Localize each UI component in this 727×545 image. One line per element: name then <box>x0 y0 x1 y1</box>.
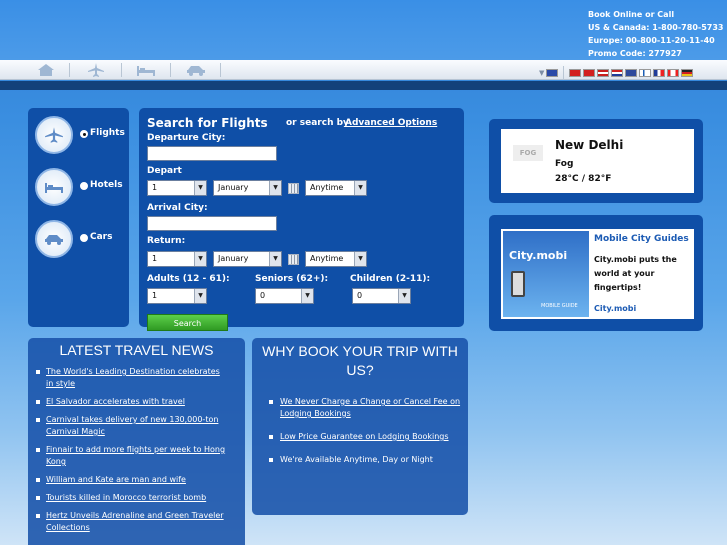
fog-icon: FOG <box>513 145 543 161</box>
depart-day-select[interactable]: 1 <box>147 180 207 196</box>
depart-month-select[interactable]: January <box>213 180 282 196</box>
plane-icon[interactable] <box>86 62 106 77</box>
plane-icon[interactable] <box>35 116 73 154</box>
why-book-list: We Never Charge a Change or Cancel Fee o… <box>268 396 463 477</box>
flag-taiwan-icon[interactable] <box>583 69 596 77</box>
seniors-label: Seniors (62+): <box>255 274 329 284</box>
news-list: The World's Leading Destination celebrat… <box>34 366 229 540</box>
flag-canada-icon[interactable] <box>667 69 680 77</box>
flight-search-panel: Search for Flights or search by Advanced… <box>139 108 464 327</box>
why-book-panel: WHY BOOK YOUR TRIP WITH US? We Never Cha… <box>252 338 468 515</box>
return-time-select[interactable]: Anytime <box>305 251 367 267</box>
car-icon[interactable] <box>186 62 206 77</box>
language-flags: ▼ <box>539 66 694 80</box>
news-item[interactable]: William and Kate are man and wife <box>34 474 229 486</box>
city-mobi-logo: City.mobi <box>509 249 568 262</box>
search-type-tabs: Flights Hotels Cars <box>28 108 129 327</box>
news-item[interactable]: El Salvador accelerates with travel <box>34 396 229 408</box>
calendar-icon[interactable] <box>288 183 299 194</box>
flag-austria-icon[interactable] <box>597 69 610 77</box>
children-label: Children (2-11): <box>350 274 431 284</box>
promo-code: Promo Code: 277927 <box>588 49 682 58</box>
contact-line-us: US & Canada: 1-800-780-5733 <box>588 23 724 32</box>
car-icon[interactable] <box>35 220 73 258</box>
flag-netherlands-icon[interactable] <box>611 69 624 77</box>
contact-info: Book Online or Call US & Canada: 1-800-7… <box>588 8 723 60</box>
arrival-city-input[interactable] <box>147 216 277 231</box>
tab-hotels[interactable]: Hotels <box>35 168 125 208</box>
arrival-city-label: Arrival City: <box>147 203 208 213</box>
depart-time-select[interactable]: Anytime <box>305 180 367 196</box>
city-mobi-banner[interactable]: City.mobi MOBILE GUIDE <box>503 231 589 317</box>
children-select[interactable]: 0 <box>352 288 411 304</box>
why-book-item[interactable]: Low Price Guarantee on Lodging Bookings <box>268 431 463 443</box>
flag-france-icon[interactable] <box>653 69 666 77</box>
weather-card: FOG New Delhi Fog 28°C / 82°F <box>501 129 694 193</box>
header-banner: Book Online or Call US & Canada: 1-800-7… <box>0 0 727 60</box>
navigation-bar: ▼ <box>0 60 727 80</box>
latest-news-panel: LATEST TRAVEL NEWS The World's Leading D… <box>28 338 245 545</box>
tab-cars[interactable]: Cars <box>35 220 125 260</box>
flag-germany-icon[interactable] <box>681 69 694 77</box>
bed-icon[interactable] <box>136 62 156 77</box>
city-mobi-link[interactable]: City.mobi <box>594 304 636 313</box>
phone-icon <box>511 271 525 297</box>
adults-select[interactable]: 1 <box>147 288 207 304</box>
search-button[interactable]: Search <box>147 314 228 331</box>
flag-uk-icon[interactable] <box>546 69 559 77</box>
mobile-guides-text: City.mobi puts the world at your fingert… <box>594 253 677 295</box>
cars-radio[interactable] <box>80 234 88 242</box>
mobile-text-line-3: fingertips! <box>594 283 642 292</box>
home-icon[interactable] <box>36 62 56 77</box>
hotels-radio[interactable] <box>80 182 88 190</box>
tab-hotels-label: Hotels <box>90 180 123 190</box>
seniors-select[interactable]: 0 <box>255 288 314 304</box>
contact-line-europe: Europe: 00-800-11-20-11-40 <box>588 36 715 45</box>
news-item[interactable]: Carnival takes delivery of new 130,000-t… <box>34 414 229 438</box>
search-or-text: or search by <box>286 118 349 128</box>
news-item[interactable]: Finnair to add more flights per week to … <box>34 444 229 468</box>
flag-china-icon[interactable] <box>569 69 582 77</box>
divider-bar <box>0 81 727 90</box>
departure-city-label: Departure City: <box>147 133 226 143</box>
flag-uk2-icon[interactable] <box>625 69 638 77</box>
weather-temperature: 28°C / 82°F <box>555 174 612 184</box>
why-book-item: We're Available Anytime, Day or Night <box>268 454 463 466</box>
tab-flights[interactable]: Flights <box>35 116 125 156</box>
depart-label: Depart <box>147 166 182 176</box>
dropdown-arrow-icon[interactable]: ▼ <box>539 69 544 77</box>
mobile-text-line-2: world at your <box>594 269 655 278</box>
calendar-icon[interactable] <box>288 254 299 265</box>
advanced-options-link[interactable]: Advanced Options <box>345 118 437 128</box>
tab-flights-label: Flights <box>90 128 125 138</box>
return-day-select[interactable]: 1 <box>147 251 207 267</box>
search-title: Search for Flights <box>147 116 268 130</box>
mobile-guide-caption: MOBILE GUIDE <box>541 303 578 309</box>
mobile-text-line-1: City.mobi puts the <box>594 255 677 264</box>
return-month-select[interactable]: January <box>213 251 282 267</box>
weather-city: New Delhi <box>555 138 624 152</box>
mobile-guides-card: City.mobi MOBILE GUIDE Mobile City Guide… <box>501 229 694 319</box>
adults-label: Adults (12 - 61): <box>147 274 230 284</box>
return-label: Return: <box>147 236 186 246</box>
tab-cars-label: Cars <box>90 232 113 242</box>
weather-condition: Fog <box>555 159 574 169</box>
bed-icon[interactable] <box>35 168 73 206</box>
mobile-guides-title[interactable]: Mobile City Guides <box>594 234 689 244</box>
flights-radio[interactable] <box>80 130 88 138</box>
why-book-title: WHY BOOK YOUR TRIP WITH US? <box>262 343 458 378</box>
news-item[interactable]: Tourists killed in Morocco terrorist bom… <box>34 492 229 504</box>
mobile-guides-widget: City.mobi MOBILE GUIDE Mobile City Guide… <box>489 215 703 331</box>
contact-line-1: Book Online or Call <box>588 10 675 19</box>
weather-widget: FOG New Delhi Fog 28°C / 82°F <box>489 119 703 203</box>
why-book-item[interactable]: We Never Charge a Change or Cancel Fee o… <box>268 396 463 420</box>
news-title: LATEST TRAVEL NEWS <box>59 342 214 358</box>
news-item[interactable]: The World's Leading Destination celebrat… <box>34 366 229 390</box>
departure-city-input[interactable] <box>147 146 277 161</box>
flag-finland-icon[interactable] <box>639 69 652 77</box>
news-item[interactable]: Hertz Unveils Adrenaline and Green Trave… <box>34 510 229 534</box>
